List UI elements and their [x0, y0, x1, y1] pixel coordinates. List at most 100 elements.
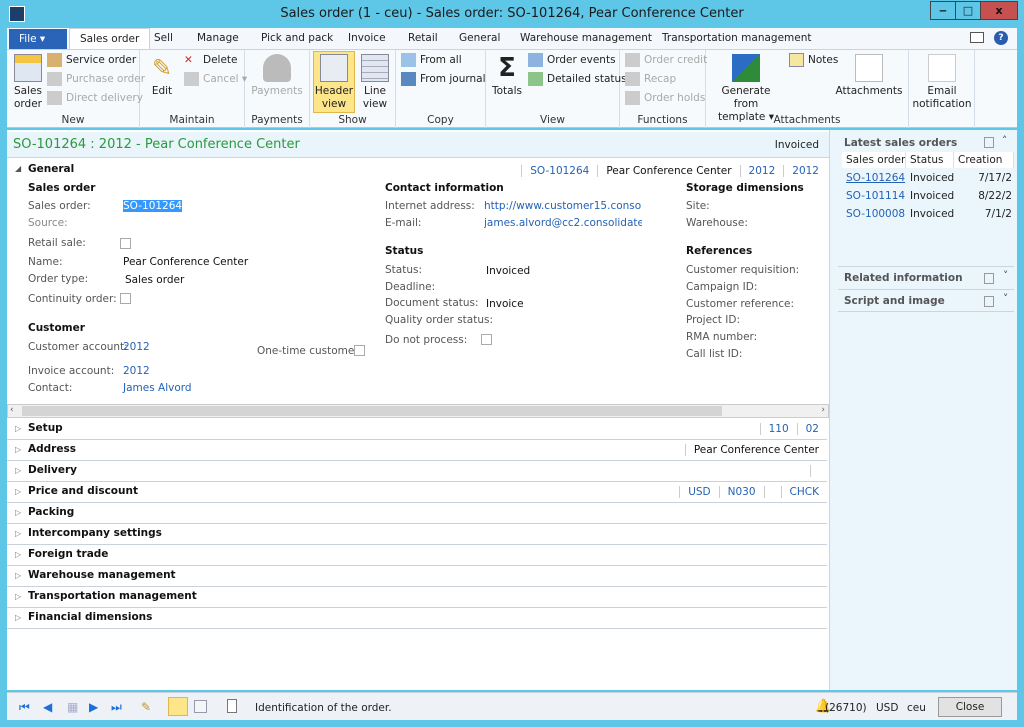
- sales-order-link[interactable]: SO-101114: [842, 187, 906, 205]
- line-view-button[interactable]: Line view: [357, 52, 393, 111]
- summary-value[interactable]: Pear Conference Center: [597, 165, 732, 177]
- expand-triangle-icon[interactable]: ▷: [15, 613, 21, 622]
- expand-triangle-icon[interactable]: ▷: [15, 508, 21, 517]
- script-and-image-title[interactable]: Script and image: [844, 295, 945, 307]
- expand-triangle-icon[interactable]: ▷: [15, 424, 21, 433]
- next-record-icon[interactable]: ▶: [89, 700, 98, 714]
- fasttab-delivery[interactable]: ▷ Delivery: [7, 461, 827, 482]
- expand-triangle-icon[interactable]: ▷: [15, 592, 21, 601]
- delete-button[interactable]: ✕ Delete: [184, 51, 238, 69]
- tab-invoice[interactable]: Invoice: [348, 28, 386, 49]
- fasttab-title[interactable]: Financial dimensions: [28, 611, 152, 623]
- scroll-left-icon[interactable]: ‹: [10, 405, 14, 415]
- notification-count[interactable]: (26710): [825, 702, 867, 714]
- fasttab-warehouse-management[interactable]: ▷ Warehouse management: [7, 566, 827, 587]
- maximize-button[interactable]: □: [955, 1, 981, 20]
- direct-delivery-button[interactable]: Direct delivery: [47, 89, 143, 107]
- summary-value[interactable]: CHCK: [780, 486, 819, 498]
- tab-sales-order[interactable]: Sales order: [69, 28, 151, 49]
- customer-account-link[interactable]: 2012: [123, 341, 150, 353]
- collapse-triangle-icon[interactable]: ◢: [15, 164, 21, 173]
- expand-triangle-icon[interactable]: ▷: [15, 487, 21, 496]
- tab-retail[interactable]: Retail: [408, 28, 438, 49]
- fasttab-title[interactable]: Intercompany settings: [28, 527, 162, 539]
- internet-address-link[interactable]: http://www.customer15.consolida: [484, 200, 642, 212]
- tab-warehouse-management[interactable]: Warehouse management: [520, 28, 652, 49]
- factbox-settings-icon[interactable]: [984, 137, 994, 148]
- related-information-title[interactable]: Related information: [844, 272, 963, 284]
- from-all-button[interactable]: From all: [401, 51, 462, 69]
- order-events-button[interactable]: Order events: [528, 51, 616, 69]
- payments-button[interactable]: Payments: [249, 52, 305, 98]
- from-journal-button[interactable]: From journal: [401, 70, 486, 88]
- tab-sell[interactable]: Sell: [154, 28, 173, 49]
- summary-value[interactable]: N030: [718, 486, 756, 498]
- tab-pick-and-pack[interactable]: Pick and pack: [261, 28, 333, 49]
- sales-order-field[interactable]: SO-101264: [123, 200, 183, 212]
- fasttab-setup[interactable]: ▷ Setup 110 02: [7, 419, 827, 440]
- help-icon[interactable]: ?: [994, 31, 1008, 45]
- order-type-field[interactable]: Sales order: [125, 274, 184, 286]
- column-header[interactable]: Creation: [954, 152, 1014, 168]
- fasttab-title[interactable]: Price and discount: [28, 485, 138, 497]
- fasttab-packing[interactable]: ▷ Packing: [7, 503, 827, 524]
- order-holds-button[interactable]: Order holds: [625, 89, 705, 107]
- expand-triangle-icon[interactable]: ▷: [15, 445, 21, 454]
- contact-link[interactable]: James Alvord: [123, 382, 192, 394]
- sales-order-link[interactable]: SO-101264: [842, 169, 906, 187]
- summary-value[interactable]: Pear Conference Center: [684, 444, 819, 456]
- expand-chevron-icon[interactable]: ˅: [1003, 293, 1008, 305]
- retail-sale-checkbox[interactable]: [120, 238, 131, 249]
- expand-triangle-icon[interactable]: ▷: [15, 571, 21, 580]
- table-row[interactable]: SO-101264 Invoiced 7/17/2: [842, 169, 1014, 187]
- last-record-icon[interactable]: ⏭: [111, 700, 122, 715]
- currency[interactable]: USD: [876, 702, 898, 714]
- fasttab-title[interactable]: Address: [28, 443, 76, 455]
- fasttab-price-and-discount[interactable]: ▷ Price and discount USD N030 CHCK: [7, 482, 827, 503]
- tab-file[interactable]: File ▾: [9, 29, 67, 49]
- record-grid-icon[interactable]: ▦: [67, 700, 78, 714]
- edit-pencil-icon[interactable]: ✎: [141, 700, 151, 714]
- table-row[interactable]: SO-100008 Invoiced 7/1/2: [842, 205, 1014, 223]
- scroll-right-icon[interactable]: ›: [821, 405, 825, 415]
- company[interactable]: ceu: [907, 702, 926, 714]
- summary-value[interactable]: [763, 486, 773, 498]
- fasttab-title[interactable]: Transportation management: [28, 590, 197, 602]
- previous-record-icon[interactable]: ◀: [43, 700, 52, 714]
- fasttab-title[interactable]: Delivery: [28, 464, 77, 476]
- tab-transportation-management[interactable]: Transportation management: [662, 28, 812, 49]
- fasttab-title[interactable]: Foreign trade: [28, 548, 108, 560]
- email-link[interactable]: james.alvord@cc2.consolidatedm: [484, 217, 642, 229]
- service-order-button[interactable]: Service order: [47, 51, 136, 69]
- purchase-order-button[interactable]: Purchase order: [47, 70, 145, 88]
- attachment-icon[interactable]: [227, 699, 237, 713]
- summary-value[interactable]: USD: [679, 486, 711, 498]
- detailed-status-button[interactable]: Detailed status: [528, 70, 627, 88]
- minimize-button[interactable]: ‒: [930, 1, 956, 20]
- fasttab-title[interactable]: Setup: [28, 422, 63, 434]
- first-record-icon[interactable]: ⏮: [19, 700, 30, 715]
- fasttab-address[interactable]: ▷ Address Pear Conference Center: [7, 440, 827, 461]
- do-not-process-checkbox[interactable]: [481, 334, 492, 345]
- totals-button[interactable]: Σ Totals: [489, 52, 525, 98]
- scroll-thumb[interactable]: [22, 406, 722, 416]
- email-notification-button[interactable]: Email notification: [911, 52, 973, 111]
- fasttab-title[interactable]: Packing: [28, 506, 74, 518]
- summary-value[interactable]: SO-101264: [521, 165, 590, 177]
- summary-value[interactable]: 110: [759, 423, 789, 435]
- sales-order-button[interactable]: Sales order: [9, 52, 47, 111]
- header-view-button[interactable]: Header view: [313, 51, 355, 113]
- expand-triangle-icon[interactable]: ▷: [15, 466, 21, 475]
- fasttab-transportation-management[interactable]: ▷ Transportation management: [7, 587, 827, 608]
- close-button[interactable]: Close: [938, 697, 1002, 717]
- fasttab-financial-dimensions[interactable]: ▷ Financial dimensions: [7, 608, 827, 629]
- invoice-account-link[interactable]: 2012: [123, 365, 150, 377]
- factbox-settings-icon[interactable]: [984, 273, 994, 284]
- tab-general[interactable]: General: [459, 28, 500, 49]
- summary-value[interactable]: 2012: [739, 165, 776, 177]
- summary-value[interactable]: 02: [796, 423, 819, 435]
- column-header[interactable]: Status: [906, 152, 954, 168]
- notes-button[interactable]: Notes: [789, 51, 838, 69]
- expand-chevron-icon[interactable]: ˅: [1003, 270, 1008, 282]
- attachments-button[interactable]: Attachments: [834, 52, 904, 98]
